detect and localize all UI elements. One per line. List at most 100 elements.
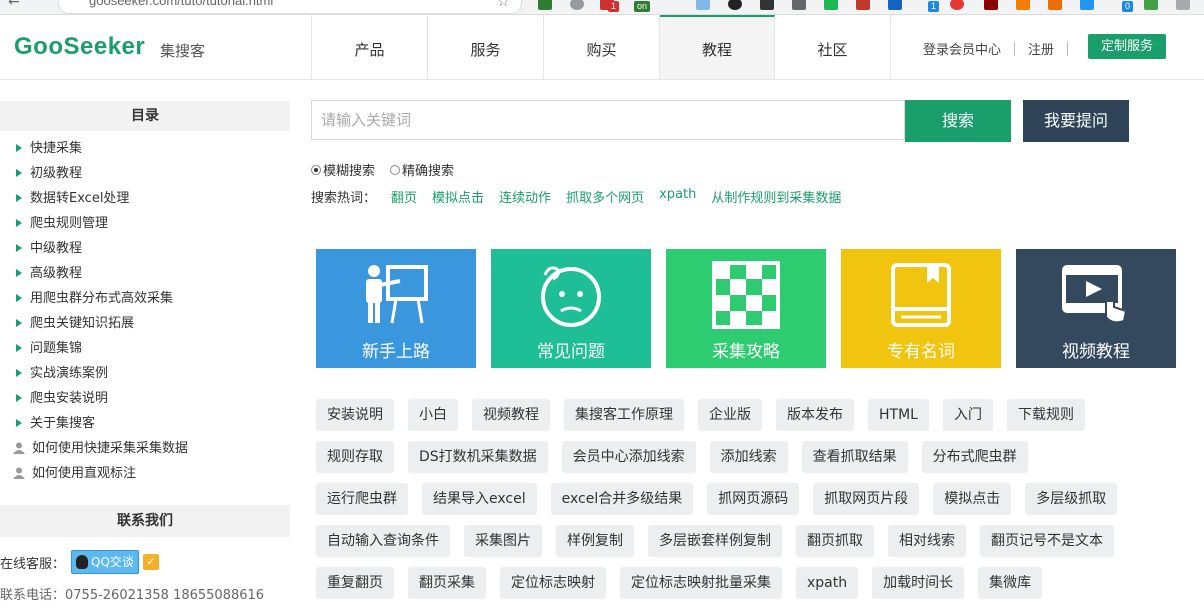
topic-tag[interactable]: 翻页采集 [408, 567, 486, 599]
extension-icon[interactable] [760, 0, 774, 10]
hot-keyword-link[interactable]: 抓取多个网页 [566, 187, 644, 206]
extension-icon[interactable] [728, 0, 742, 10]
nav-item-products[interactable]: 产品 [312, 15, 428, 79]
login-link[interactable]: 登录会员中心 [923, 39, 1001, 58]
extension-icon[interactable] [856, 0, 870, 10]
card-faq[interactable]: 常见问题 [491, 249, 651, 368]
topic-tag[interactable]: 采集图片 [464, 525, 542, 557]
topic-tag[interactable]: 结果导入excel [422, 483, 537, 515]
topic-tag[interactable]: 分布式爬虫群 [921, 441, 1028, 473]
nav-item-services[interactable]: 服务 [428, 15, 544, 79]
sidebar-item[interactable]: 实战演练案例 [0, 361, 290, 386]
topic-tag[interactable]: 下载规则 [1006, 399, 1085, 431]
card-beginner[interactable]: 新手上路 [316, 249, 476, 368]
extension-icon[interactable] [1016, 0, 1030, 10]
nav-item-community[interactable]: 社区 [775, 15, 891, 79]
card-glossary[interactable]: 专有名词 [841, 249, 1001, 368]
topic-tag[interactable]: 重复翻页 [316, 567, 394, 599]
nav-item-tutorials[interactable]: 教程 [660, 15, 775, 79]
topic-tag[interactable]: 视频教程 [472, 399, 550, 431]
ask-question-button[interactable]: 我要提问 [1023, 100, 1129, 142]
topic-tag[interactable]: 集搜客工作原理 [564, 399, 684, 431]
sidebar-item[interactable]: 快捷采集 [0, 136, 290, 161]
topic-tag[interactable]: 定位标志映射批量采集 [620, 567, 782, 599]
topic-tag[interactable]: 集微库 [978, 567, 1043, 599]
qq-chat-button[interactable]: QQ交谈 [71, 550, 139, 574]
topic-tag[interactable]: 查看抓取结果 [801, 441, 908, 473]
hot-keyword-link[interactable]: xpath [659, 187, 696, 206]
topic-tag[interactable]: 翻页抓取 [796, 525, 874, 557]
fuzzy-search-radio[interactable] [311, 164, 321, 175]
sidebar-item[interactable]: 用爬虫群分布式高效采集 [0, 286, 290, 311]
topic-tag[interactable]: 翻页记号不是文本 [980, 525, 1114, 557]
nav-item-purchase[interactable]: 购买 [544, 15, 660, 79]
register-link[interactable]: 注册 [1028, 39, 1054, 58]
extension-icon[interactable] [824, 0, 838, 10]
extension-icon[interactable] [1048, 0, 1062, 10]
extension-icon[interactable] [1080, 0, 1094, 10]
contact-phone: 联系电话：0755-26021358 18655088616 [0, 588, 265, 603]
extension-icon[interactable] [792, 0, 806, 10]
topic-tag[interactable]: 运行爬虫群 [316, 483, 408, 515]
sidebar-item[interactable]: 爬虫安装说明 [0, 386, 290, 411]
topic-tag[interactable]: 相对线索 [888, 525, 966, 557]
fuzzy-search-label[interactable]: 模糊搜索 [323, 160, 375, 179]
topic-tag[interactable]: excel合并多级结果 [550, 483, 694, 515]
topic-tag[interactable]: 规则存取 [316, 441, 394, 473]
topic-tag[interactable]: 入门 [942, 399, 993, 431]
topic-tag[interactable]: 自动输入查询条件 [316, 525, 450, 557]
extension-icon[interactable] [950, 0, 964, 10]
topic-tag[interactable]: 加载时间长 [872, 567, 965, 599]
sidebar-item[interactable]: 数据转Excel处理 [0, 186, 290, 211]
card-video[interactable]: 视频教程 [1016, 249, 1176, 368]
search-input[interactable]: 请输入关键词 [311, 100, 905, 140]
sidebar-item[interactable]: 关于集搜客 [0, 411, 290, 436]
topic-tag[interactable]: 抓网页源码 [707, 483, 800, 515]
extension-icon[interactable] [888, 0, 902, 10]
address-bar[interactable]: gooseeker.com/tuto/tutorial.html [58, 0, 522, 14]
topic-tag[interactable]: 模拟点击 [933, 483, 1012, 515]
exact-search-label[interactable]: 精确搜索 [402, 160, 454, 179]
sidebar-item[interactable]: 如何使用直观标注 [0, 461, 290, 486]
sidebar-item[interactable]: 问题集锦 [0, 336, 290, 361]
card-guide[interactable]: 采集攻略 [666, 249, 826, 368]
topic-tag[interactable]: 版本发布 [776, 399, 854, 431]
hot-keyword-link[interactable]: 模拟点击 [432, 187, 484, 206]
extension-icon[interactable] [1144, 0, 1158, 10]
topic-tag[interactable]: 样例复制 [556, 525, 634, 557]
topic-tag[interactable]: 多层级抓取 [1025, 483, 1118, 515]
topic-tags: 安装说明 小白 视频教程 集搜客工作原理 企业版 版本发布 HTML 入门 下载规则规则存取 DS… [316, 399, 1196, 609]
hot-keyword-link[interactable]: 翻页 [391, 187, 417, 206]
bookmark-star-icon[interactable]: ☆ [497, 0, 510, 10]
topic-tag[interactable]: 会员中心添加线索 [561, 441, 696, 473]
sidebar-item[interactable]: 初级教程 [0, 161, 290, 186]
extension-icon[interactable] [696, 0, 710, 10]
back-arrow-icon[interactable]: ← [8, 0, 20, 10]
extension-icon[interactable] [570, 0, 584, 10]
feature-cards: 新手上路 常见问题 采集攻略 专有名词 视频教程 [316, 249, 1191, 368]
topic-tag[interactable]: 添加线索 [709, 441, 788, 473]
extension-icon[interactable] [1176, 0, 1190, 10]
topic-tag[interactable]: 企业版 [698, 399, 762, 431]
sidebar-item[interactable]: 如何使用快捷采集采集数据 [0, 436, 290, 461]
sidebar-item[interactable]: 爬虫规则管理 [0, 211, 290, 236]
topic-tag[interactable]: DS打数机采集数据 [408, 441, 548, 473]
topic-tag[interactable]: 多层嵌套样例复制 [648, 525, 782, 557]
search-button[interactable]: 搜索 [905, 100, 1011, 142]
topic-tag[interactable]: 小白 [408, 399, 458, 431]
custom-service-button[interactable]: 定制服务 [1088, 34, 1166, 59]
topic-tag[interactable]: HTML [868, 399, 929, 431]
sidebar-item[interactable]: 爬虫关键知识拓展 [0, 311, 290, 336]
extension-icon[interactable] [538, 0, 552, 10]
topic-tag[interactable]: xpath [796, 567, 859, 599]
extension-icon[interactable] [984, 0, 998, 10]
topic-tag[interactable]: 抓取网页片段 [813, 483, 920, 515]
hot-keyword-link[interactable]: 连续动作 [499, 187, 551, 206]
exact-search-radio[interactable] [390, 164, 401, 175]
topic-tag[interactable]: 定位标志映射 [500, 567, 606, 599]
sidebar-item[interactable]: 中级教程 [0, 236, 290, 261]
sidebar-item[interactable]: 高级教程 [0, 261, 290, 286]
hot-keyword-link[interactable]: 从制作规则到采集数据 [711, 187, 841, 206]
topic-tag[interactable]: 安装说明 [316, 399, 394, 431]
logo[interactable]: GooSeeker [14, 33, 145, 61]
